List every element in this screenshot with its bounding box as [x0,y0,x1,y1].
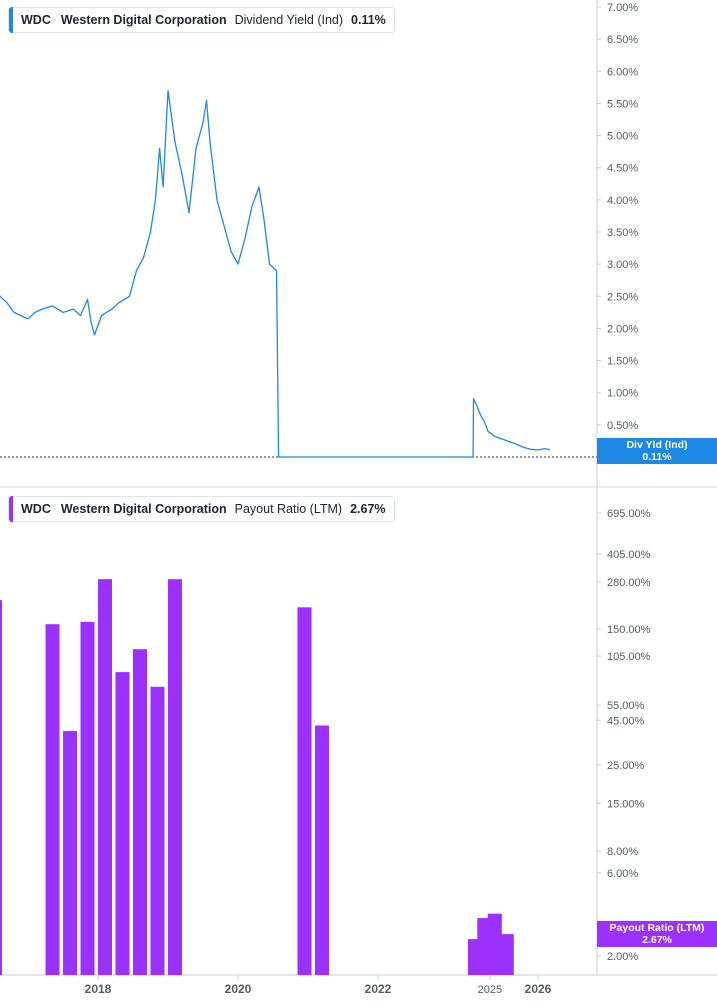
payout-bar [487,913,502,975]
div-yield-price-tag: Div Yld (Ind) 0.11% [597,438,717,464]
div-yield-y-tick-label: 4.00% [607,195,638,207]
payout-y-tick-label: 25.00% [607,760,645,772]
div-yield-y-tick-label: 3.50% [607,227,638,239]
div-yield-y-tick-label: 4.50% [607,163,638,175]
div-yield-y-tick-label: 3.00% [607,259,638,271]
top-legend-company: Western Digital Corporation [60,13,227,27]
top-legend: WDC Western Digital Corporation Dividend… [8,7,395,33]
payout-bar [133,649,147,975]
payout-y-tick-label: 150.00% [607,624,651,636]
payout-bar [315,725,329,975]
div-yield-tag-value: 0.11% [642,451,672,463]
div-yield-y-tick-label: 7.00% [607,2,638,14]
x-tick-label: 2022 [365,982,392,996]
div-yield-y-tick-label: 1.00% [607,388,638,400]
div-yield-y-tick-label: 2.50% [607,291,638,303]
top-legend-color-bar [9,7,13,33]
div-yield-y-tick-label: 2.00% [607,323,638,335]
div-yield-y-tick-label: 0.50% [607,420,638,432]
x-tick-label: 2025 [478,984,502,996]
x-tick-label: 2026 [525,982,552,996]
div-yield-y-tick-label: 6.50% [607,34,638,46]
div-yield-line [0,89,551,458]
payout-y-tick-label: 6.00% [607,868,638,880]
payout-bar [499,934,514,975]
payout-bar [45,624,60,975]
bottom-legend-metric: Payout Ratio (LTM) [234,502,343,516]
div-yield-tag-label: Div Yld (Ind) [626,439,688,451]
payout-y-tick-label: 15.00% [607,798,645,810]
div-yield-y-tick-label: 5.00% [607,131,638,143]
payout-bar [168,579,182,975]
div-yield-y-tick-label: 6.00% [607,66,638,78]
x-tick-label: 2020 [225,982,252,996]
div-yield-y-tick-label: 5.50% [607,98,638,110]
bottom-legend: WDC Western Digital Corporation Payout R… [8,496,395,522]
payout-ratio-price-tag: Payout Ratio (LTM) 2.67% [597,921,717,947]
bottom-legend-ticker: WDC [21,502,51,516]
payout-y-tick-label: 8.00% [607,846,638,858]
payout-y-tick-label: 2.00% [607,951,638,963]
top-legend-metric: Dividend Yield (Ind) [234,13,344,27]
payout-y-tick-label: 695.00% [607,508,651,520]
payout-y-tick-label: 280.00% [607,577,651,589]
payout-bar [0,600,2,975]
payout-bar [63,731,77,975]
payout-y-tick-label: 405.00% [607,549,651,561]
payout-bar [115,672,130,975]
top-legend-ticker: WDC [21,13,51,27]
payout-ratio-tag-label: Payout Ratio (LTM) [609,922,705,934]
payout-bar [150,686,165,975]
top-legend-value: 0.11% [351,13,386,27]
payout-bar [98,579,112,975]
x-tick-label: 2018 [85,982,112,996]
payout-ratio-tag-value: 2.67% [642,934,672,946]
div-yield-y-tick-label: 1.50% [607,356,638,368]
bottom-legend-company: Western Digital Corporation [60,502,227,516]
payout-y-tick-label: 55.00% [607,700,645,712]
payout-bar [80,621,95,975]
payout-y-tick-label: 105.00% [607,651,651,663]
payout-bar [297,607,312,975]
bottom-legend-color-bar [9,496,13,522]
payout-y-tick-label: 45.00% [607,715,645,727]
bottom-legend-value: 2.67% [350,502,386,516]
